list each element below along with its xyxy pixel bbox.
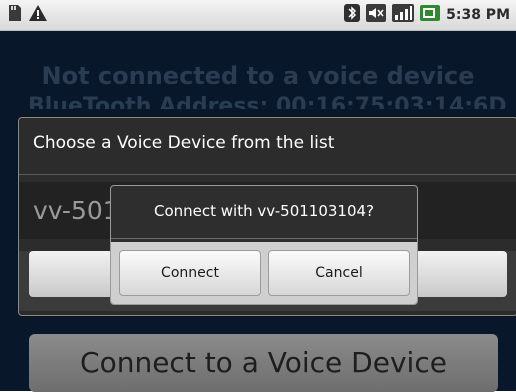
bluetooth-icon — [344, 4, 361, 26]
divider — [111, 238, 417, 239]
cancel-button[interactable]: Cancel — [268, 250, 410, 296]
status-bar-left — [8, 5, 48, 25]
connect-confirm-dialog: Connect with vv-501103104? Connect Cance… — [110, 185, 418, 305]
connection-status-text: Not connected to a voice device — [41, 62, 475, 90]
connect-button[interactable]: Connect — [119, 250, 261, 296]
connect-voice-device-button[interactable]: Connect to a Voice Device — [29, 334, 498, 392]
status-bar-right: 5:38 PM — [344, 4, 510, 26]
signal-icon — [392, 4, 415, 26]
battery-icon — [420, 4, 441, 26]
divider — [19, 174, 516, 175]
confirm-dialog-title: Connect with vv-501103104? — [154, 202, 374, 220]
bluetooth-address-text: BlueTooth Address: 00:16:75:03:14:6D — [28, 94, 507, 109]
volume-muted-icon — [366, 4, 387, 26]
status-bar: 5:38 PM — [0, 0, 516, 31]
confirm-dialog-button-bar: Connect Cancel — [111, 242, 417, 304]
device-dialog-title: Choose a Voice Device from the list — [33, 133, 335, 153]
warning-icon — [28, 4, 48, 26]
sd-card-icon — [8, 4, 22, 26]
status-bar-time: 5:38 PM — [446, 7, 510, 23]
